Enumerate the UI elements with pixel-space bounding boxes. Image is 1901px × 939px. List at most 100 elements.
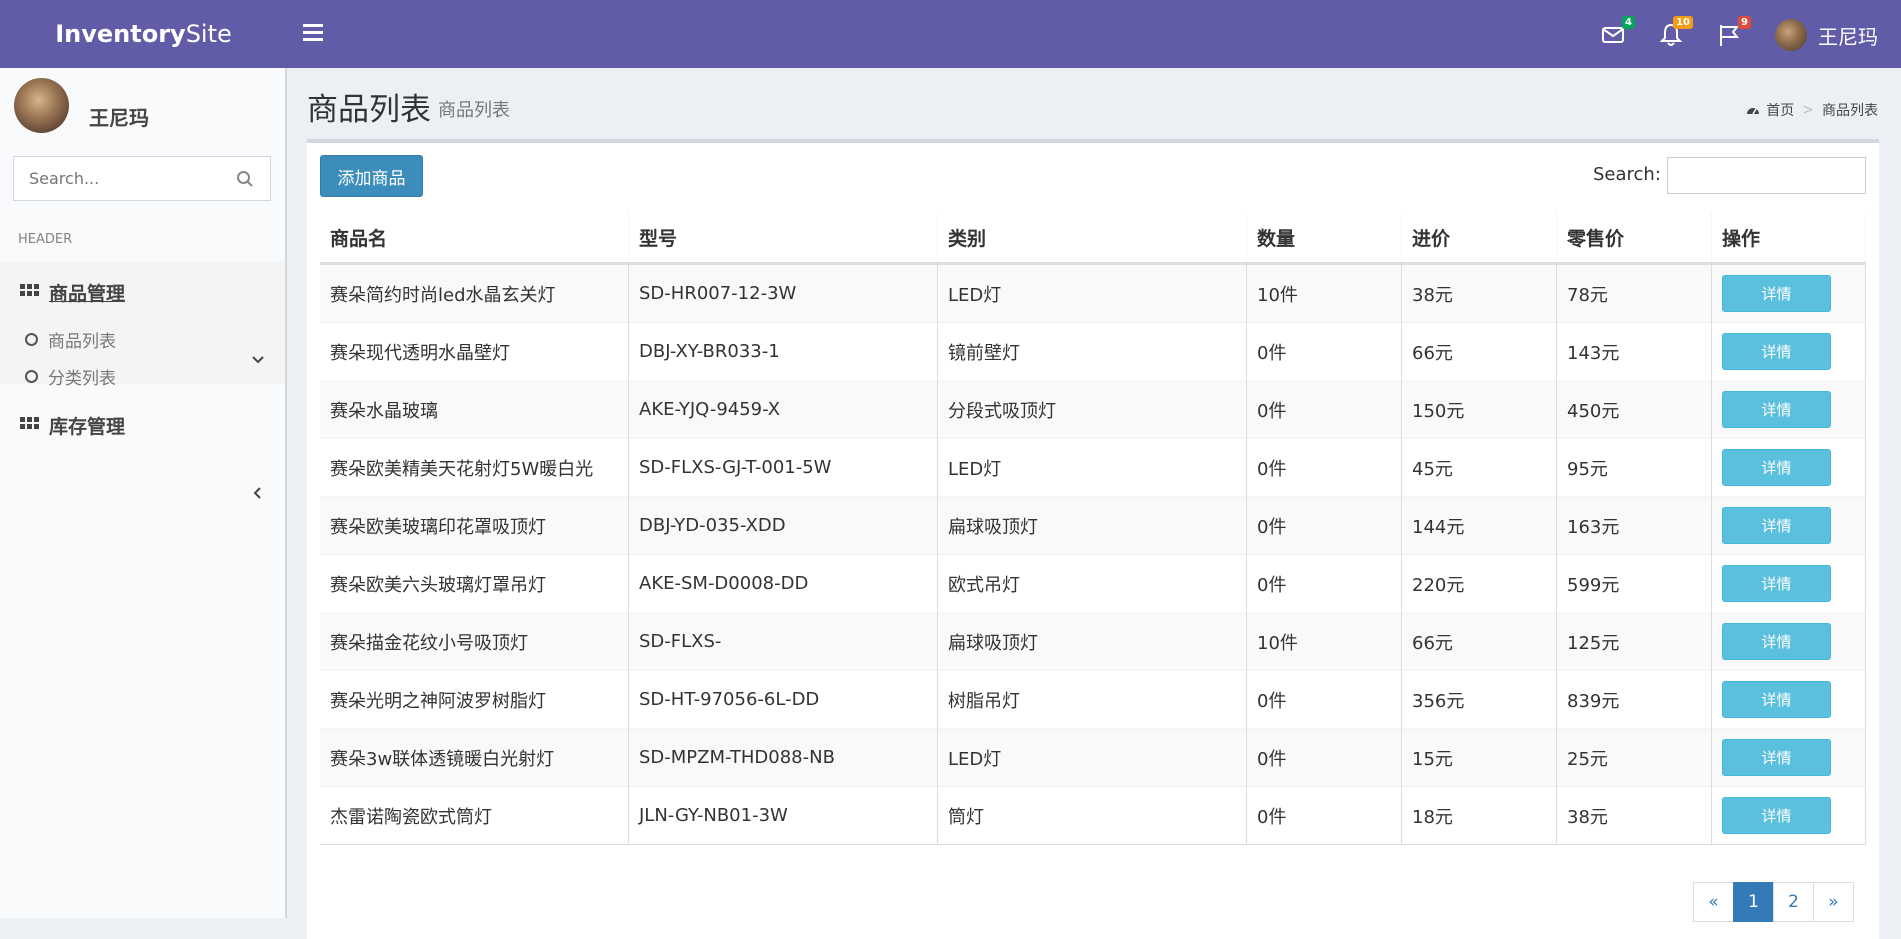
page-title: 商品列表 <box>307 92 431 128</box>
sidebar-subitem-category-list[interactable]: 分类列表 <box>25 364 116 389</box>
table-cell: 66元 <box>1401 612 1557 671</box>
detail-button[interactable]: 详情 <box>1722 681 1831 718</box>
table-cell: 450元 <box>1556 380 1712 439</box>
table-cell: 欧式吊灯 <box>937 554 1247 613</box>
sidebar-item-label: 商品管理 <box>49 283 126 305</box>
table-cell: 赛朵描金花纹小号吸顶灯 <box>320 612 629 671</box>
table-cell: SD-FLXS- <box>628 612 938 671</box>
table-cell: 356元 <box>1401 670 1557 729</box>
mail-icon[interactable]: 4 <box>1600 16 1635 48</box>
user-menu[interactable]: 王尼玛 <box>1775 19 1878 51</box>
column-header[interactable]: 型号 <box>628 213 938 265</box>
table-search-label: Search: <box>1593 164 1661 185</box>
sidebar-toggle-icon[interactable] <box>303 24 323 42</box>
breadcrumb-home[interactable]: 首页 <box>1766 100 1794 120</box>
column-header[interactable]: 数量 <box>1246 213 1402 265</box>
user-panel: 王尼玛 <box>14 78 149 133</box>
flag-icon[interactable]: 9 <box>1716 16 1751 48</box>
sidebar-search <box>13 156 271 201</box>
sidebar-subitem-product-list[interactable]: 商品列表 <box>25 327 116 352</box>
avatar <box>14 78 69 133</box>
table-row: 赛朵现代透明水晶壁灯 DBJ-XY-BR033-1 镜前壁灯 0件 66元 143元 详情 <box>320 322 1866 381</box>
table-cell: 25元 <box>1556 728 1712 787</box>
detail-button[interactable]: 详情 <box>1722 623 1831 660</box>
logo[interactable]: Inventory Site <box>0 0 287 68</box>
table-cell: 0件 <box>1246 554 1402 613</box>
table-cell: AKE-YJQ-9459-X <box>628 380 938 439</box>
bell-count-badge: 10 <box>1673 16 1693 29</box>
table-cell-actions: 详情 <box>1711 554 1866 613</box>
sidebar-header: HEADER <box>18 232 73 247</box>
table-cell: 163元 <box>1556 496 1712 555</box>
sidebar-item-product-mgmt[interactable]: 商品管理 <box>20 279 125 306</box>
column-header[interactable]: 商品名 <box>320 213 629 265</box>
flag-count-badge: 9 <box>1738 16 1751 29</box>
table-cell: 0件 <box>1246 728 1402 787</box>
detail-button[interactable]: 详情 <box>1722 449 1831 486</box>
detail-button[interactable]: 详情 <box>1722 275 1831 312</box>
table-cell: 78元 <box>1556 263 1712 323</box>
table-cell: AKE-SM-D0008-DD <box>628 554 938 613</box>
detail-button[interactable]: 详情 <box>1722 507 1831 544</box>
detail-button[interactable]: 详情 <box>1722 333 1831 370</box>
detail-button[interactable]: 详情 <box>1722 797 1831 834</box>
table-cell: 0件 <box>1246 380 1402 439</box>
detail-button[interactable]: 详情 <box>1722 391 1831 428</box>
table-cell: SD-HT-97056-6L-DD <box>628 670 938 729</box>
bell-icon[interactable]: 10 <box>1658 16 1693 48</box>
table-cell: LED灯 <box>937 438 1247 497</box>
page-2[interactable]: 2 <box>1773 882 1814 922</box>
pagination: « 1 2 » <box>1693 882 1854 922</box>
add-product-button[interactable]: 添加商品 <box>320 155 423 197</box>
search-icon[interactable] <box>236 170 254 188</box>
page-next[interactable]: » <box>1813 882 1854 922</box>
table-cell: 0件 <box>1246 438 1402 497</box>
search-input[interactable] <box>14 157 229 200</box>
table-cell: 赛朵现代透明水晶壁灯 <box>320 322 629 381</box>
table-cell: LED灯 <box>937 263 1247 323</box>
column-header[interactable]: 类别 <box>937 213 1247 265</box>
mail-count-badge: 4 <box>1622 16 1635 29</box>
table-cell: 赛朵欧美玻璃印花罩吸顶灯 <box>320 496 629 555</box>
table-cell: SD-HR007-12-3W <box>628 263 938 323</box>
table-cell: 赛朵光明之神阿波罗树脂灯 <box>320 670 629 729</box>
table-cell: 10件 <box>1246 263 1402 323</box>
table-cell: 镜前壁灯 <box>937 322 1247 381</box>
page-1[interactable]: 1 <box>1733 882 1774 922</box>
grid-icon <box>20 284 39 296</box>
table-cell: 38元 <box>1401 263 1557 323</box>
page-prev[interactable]: « <box>1693 882 1734 922</box>
table-search-input[interactable] <box>1667 157 1866 194</box>
top-navbar: Inventory Site 4 10 9 王尼玛 <box>0 0 1901 68</box>
table-cell: 38元 <box>1556 786 1712 845</box>
logo-light: Site <box>185 20 232 48</box>
table-cell: 树脂吊灯 <box>937 670 1247 729</box>
table-cell: SD-FLXS-GJ-T-001-5W <box>628 438 938 497</box>
sidebar: 王尼玛 HEADER 商品管理 商品列表 分类列表 库存管理 <box>0 68 287 918</box>
table-row: 赛朵水晶玻璃 AKE-YJQ-9459-X 分段式吸顶灯 0件 150元 450元 详情 <box>320 380 1866 439</box>
detail-button[interactable]: 详情 <box>1722 739 1831 776</box>
table-row: 赛朵欧美六头玻璃灯罩吊灯 AKE-SM-D0008-DD 欧式吊灯 0件 220元 599… <box>320 554 1866 613</box>
table-cell: 扁球吸顶灯 <box>937 496 1247 555</box>
table-cell: 0件 <box>1246 670 1402 729</box>
detail-button[interactable]: 详情 <box>1722 565 1831 602</box>
dashboard-icon <box>1747 108 1760 115</box>
table-cell: 66元 <box>1401 322 1557 381</box>
grid-icon <box>20 417 39 429</box>
table-cell-actions: 详情 <box>1711 496 1866 555</box>
sidebar-item-label: 库存管理 <box>49 416 126 438</box>
column-header[interactable]: 零售价 <box>1556 213 1712 265</box>
column-header[interactable]: 进价 <box>1401 213 1557 265</box>
table-cell: 839元 <box>1556 670 1712 729</box>
sidebar-item-inventory-mgmt[interactable]: 库存管理 <box>20 412 125 439</box>
table-row: 杰雷诺陶瓷欧式筒灯 JLN-GY-NB01-3W 筒灯 0件 18元 38元 详情 <box>320 786 1866 845</box>
table-cell: 0件 <box>1246 322 1402 381</box>
logo-bold: Inventory <box>55 20 186 48</box>
sidebar-subitem-label: 分类列表 <box>48 369 116 389</box>
table-cell-actions: 详情 <box>1711 322 1866 381</box>
table-cell-actions: 详情 <box>1711 786 1866 845</box>
page-subtitle: 商品列表 <box>438 100 510 121</box>
table-cell-actions: 详情 <box>1711 263 1866 323</box>
table-row: 赛朵3w联体透镜暖白光射灯 SD-MPZM-THD088-NB LED灯 0件 15元 2… <box>320 728 1866 787</box>
table-cell-actions: 详情 <box>1711 438 1866 497</box>
